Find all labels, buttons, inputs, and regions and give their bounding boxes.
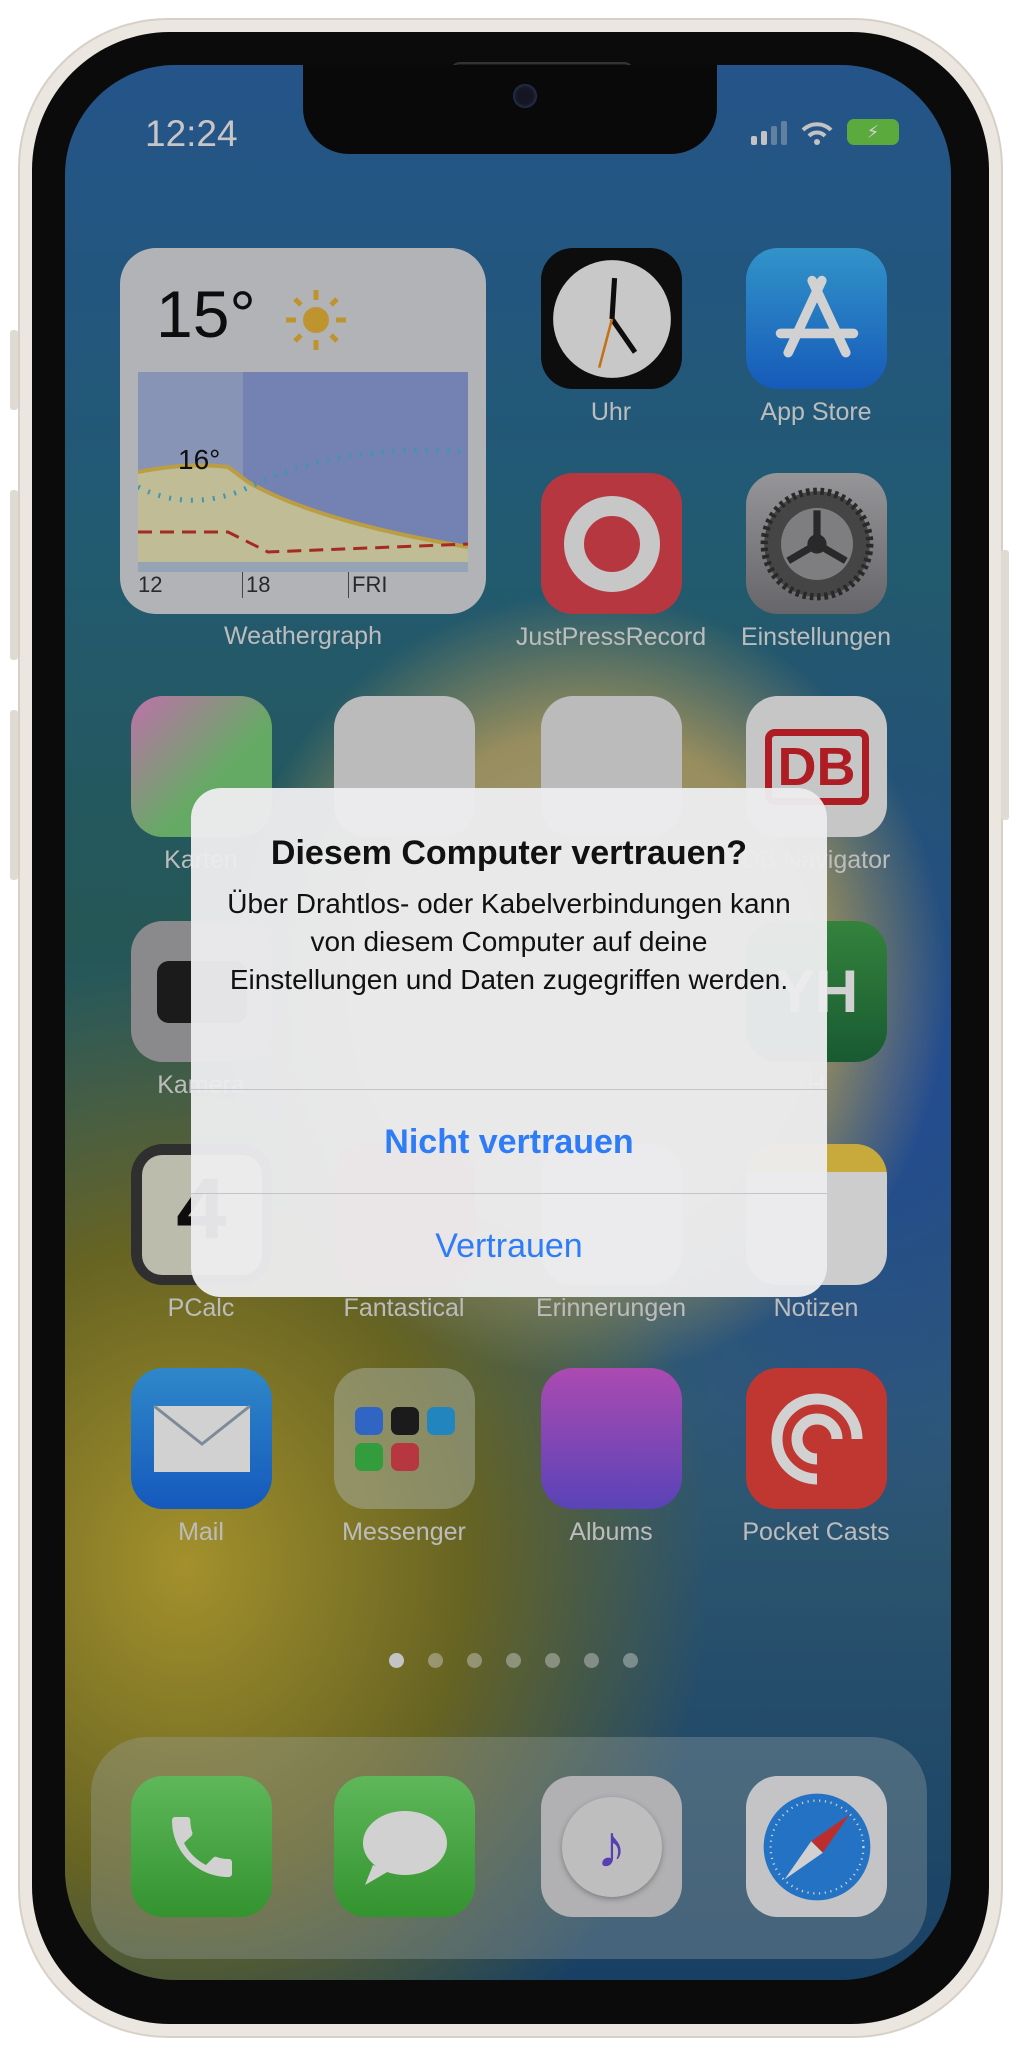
side-button [1001, 550, 1009, 820]
home-screen: 12:24 ⚡ 15° 16° 12 18 FRI Weathergraph U… [65, 65, 951, 1980]
trust-computer-alert: Diesem Computer vertrauen? Über Drahtlos… [191, 788, 827, 1297]
mute-switch [10, 330, 18, 410]
alert-message: Über Drahtlos- oder Kabelverbindungen ka… [227, 888, 791, 995]
volume-up-button [10, 490, 18, 660]
dont-trust-button[interactable]: Nicht vertrauen [191, 1089, 827, 1193]
trust-button[interactable]: Vertrauen [191, 1193, 827, 1297]
volume-down-button [10, 710, 18, 880]
alert-title: Diesem Computer vertrauen? [270, 834, 748, 872]
